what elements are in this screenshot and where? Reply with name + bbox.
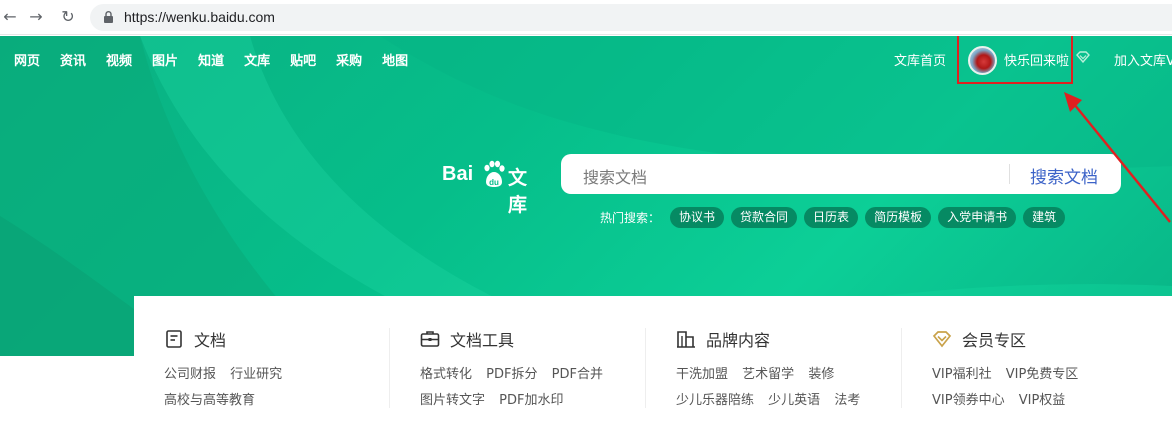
topnav-item-wenku[interactable]: 文库 bbox=[244, 50, 270, 69]
category-link[interactable]: 图片转文字 bbox=[420, 393, 485, 408]
link-row: 图片转文字 PDF加水印 bbox=[420, 389, 573, 408]
hot-tag[interactable]: 协议书 bbox=[670, 206, 725, 228]
hot-tag[interactable]: 日历表 bbox=[804, 206, 859, 228]
link-row: 公司财报 行业研究 bbox=[164, 363, 292, 382]
toolbox-icon bbox=[420, 331, 440, 347]
arrow-right-icon[interactable]: → bbox=[26, 7, 46, 27]
wenku-home-link[interactable]: 文库首页 bbox=[894, 50, 946, 69]
username-link[interactable]: 快乐回来啦 bbox=[1004, 50, 1069, 69]
category-link[interactable]: 少儿乐器陪练 bbox=[676, 393, 754, 408]
hot-tag[interactable]: 建筑 bbox=[1023, 206, 1066, 228]
search-box: 搜索文档 搜索文档 bbox=[561, 154, 1121, 194]
link-row: 高校与高等教育 bbox=[164, 389, 265, 408]
category-link[interactable]: 公司财报 bbox=[164, 367, 216, 382]
category-link[interactable]: 少儿英语 bbox=[768, 393, 820, 408]
search-divider bbox=[1009, 164, 1010, 184]
hot-tag[interactable]: 入党申请书 bbox=[938, 206, 1017, 228]
topnav-item-video[interactable]: 视频 bbox=[106, 50, 132, 69]
category-documents: 文档 公司财报 行业研究 高校与高等教育 bbox=[134, 296, 390, 437]
svg-text:du: du bbox=[489, 178, 499, 187]
link-row: 格式转化 PDF拆分 PDF合并 bbox=[420, 363, 613, 382]
category-header[interactable]: 文档 bbox=[164, 328, 226, 350]
topnav-item-tieba[interactable]: 贴吧 bbox=[290, 50, 316, 69]
browser-toolbar: ← → ↻ https://wenku.baidu.com bbox=[0, 0, 1172, 35]
avatar[interactable] bbox=[968, 46, 997, 75]
category-link[interactable]: VIP福利社 bbox=[932, 367, 992, 382]
topnav-item-caigou[interactable]: 采购 bbox=[336, 50, 362, 69]
category-title: 品牌内容 bbox=[706, 331, 771, 350]
lock-icon bbox=[104, 11, 113, 23]
category-link[interactable]: 干洗加盟 bbox=[676, 367, 728, 382]
category-brand-content: 品牌内容 干洗加盟 艺术留学 装修 少儿乐器陪练 少儿英语 法考 bbox=[646, 296, 902, 437]
annotation-arrow bbox=[1064, 92, 1171, 223]
link-row: VIP福利社 VIP免费专区 bbox=[932, 363, 1088, 382]
category-link[interactable]: PDF加水印 bbox=[499, 393, 563, 408]
category-link[interactable]: 法考 bbox=[834, 393, 860, 408]
topnav-item-images[interactable]: 图片 bbox=[152, 50, 178, 69]
category-link[interactable]: 装修 bbox=[808, 367, 834, 382]
link-row: 干洗加盟 艺术留学 装修 bbox=[676, 363, 844, 382]
topnav-item-map[interactable]: 地图 bbox=[382, 50, 408, 69]
hot-searches: 热门搜索： 协议书 贷款合同 日历表 简历模板 入党申请书 建筑 bbox=[600, 206, 1072, 228]
reload-icon[interactable]: ↻ bbox=[58, 7, 78, 27]
category-link[interactable]: VIP免费专区 bbox=[1006, 367, 1079, 382]
document-icon bbox=[166, 330, 182, 348]
top-navigation: 网页 资讯 视频 图片 知道 文库 贴吧 采购 地图 bbox=[14, 50, 408, 69]
category-link[interactable]: 行业研究 bbox=[230, 367, 282, 382]
category-title: 会员专区 bbox=[962, 331, 1027, 350]
hot-tag[interactable]: 贷款合同 bbox=[731, 206, 798, 228]
hot-searches-label: 热门搜索： bbox=[600, 210, 661, 225]
category-link[interactable]: VIP权益 bbox=[1019, 393, 1066, 408]
address-bar-url[interactable]: https://wenku.baidu.com bbox=[124, 9, 275, 25]
category-card: 文档 公司财报 行业研究 高校与高等教育 文档工具 格式转化 PDF拆分 PDF… bbox=[134, 296, 1172, 437]
category-title: 文档工具 bbox=[450, 331, 515, 350]
category-link[interactable]: VIP领券中心 bbox=[932, 393, 1005, 408]
category-link[interactable]: 高校与高等教育 bbox=[164, 393, 255, 408]
arrow-left-icon[interactable]: ← bbox=[0, 7, 20, 27]
category-link[interactable]: 格式转化 bbox=[420, 367, 472, 382]
hot-tag[interactable]: 简历模板 bbox=[865, 206, 932, 228]
category-vip: 会员专区 VIP福利社 VIP免费专区 VIP领券中心 VIP权益 bbox=[902, 296, 1158, 437]
paw-icon: du bbox=[484, 160, 505, 187]
category-link[interactable]: 艺术留学 bbox=[742, 367, 794, 382]
topnav-item-news[interactable]: 资讯 bbox=[60, 50, 86, 69]
category-doc-tools: 文档工具 格式转化 PDF拆分 PDF合并 图片转文字 PDF加水印 bbox=[390, 296, 646, 437]
search-input[interactable]: 搜索文档 bbox=[583, 164, 647, 188]
category-title: 文档 bbox=[194, 331, 227, 350]
topnav-item-web[interactable]: 网页 bbox=[14, 50, 40, 69]
category-header[interactable]: 品牌内容 bbox=[676, 328, 770, 350]
category-link[interactable]: PDF合并 bbox=[552, 367, 603, 382]
category-header[interactable]: 会员专区 bbox=[932, 328, 1026, 350]
category-header[interactable]: 文档工具 bbox=[420, 328, 514, 350]
vip-diamond-icon[interactable] bbox=[1076, 51, 1090, 63]
building-icon bbox=[677, 331, 695, 348]
logo-text-wenku: 文库 bbox=[508, 167, 528, 216]
topnav-item-zhidao[interactable]: 知道 bbox=[198, 50, 224, 69]
logo-text-bai: Bai bbox=[442, 163, 474, 185]
category-link[interactable]: PDF拆分 bbox=[486, 367, 537, 382]
link-row: 少儿乐器陪练 少儿英语 法考 bbox=[676, 389, 870, 408]
vip-diamond-icon bbox=[932, 331, 952, 348]
link-row: VIP领券中心 VIP权益 bbox=[932, 389, 1075, 408]
join-vip-link[interactable]: 加入文库V bbox=[1114, 50, 1172, 69]
address-bar[interactable]: https://wenku.baidu.com bbox=[90, 4, 1172, 31]
